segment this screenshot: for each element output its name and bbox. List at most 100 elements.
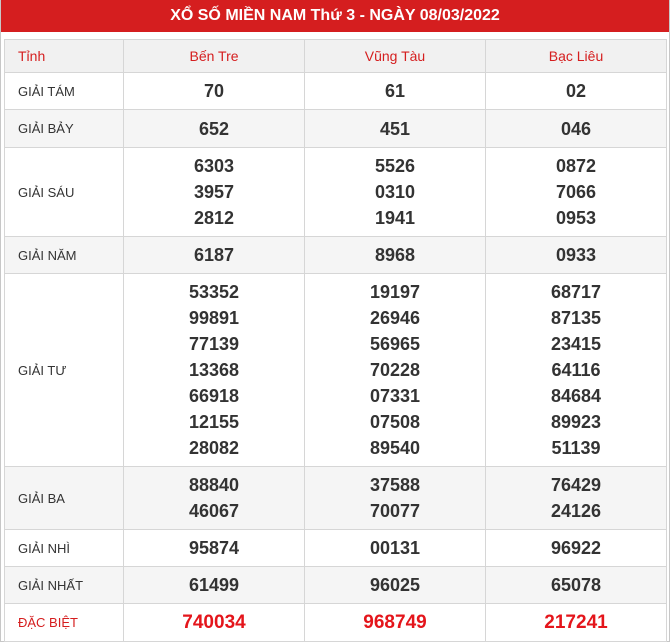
- result-number[interactable]: 51139: [487, 435, 665, 461]
- result-number[interactable]: 76429: [487, 472, 665, 498]
- result-cell: 740034: [123, 603, 305, 642]
- result-number[interactable]: 89540: [306, 435, 484, 461]
- result-cell: 217241: [485, 603, 667, 642]
- result-number[interactable]: 046: [487, 116, 665, 142]
- prize-label: GIẢI BA: [4, 466, 124, 530]
- result-number[interactable]: 07508: [306, 409, 484, 435]
- result-number[interactable]: 96025: [306, 572, 484, 598]
- result-cell: 65078: [485, 566, 667, 604]
- result-number[interactable]: 66918: [125, 383, 303, 409]
- result-number[interactable]: 65078: [487, 572, 665, 598]
- result-number[interactable]: 26946: [306, 305, 484, 331]
- result-number[interactable]: 64116: [487, 357, 665, 383]
- result-cell: 96922: [485, 529, 667, 567]
- result-number[interactable]: 61499: [125, 572, 303, 598]
- result-number[interactable]: 07331: [306, 383, 484, 409]
- result-number[interactable]: 652: [125, 116, 303, 142]
- result-number[interactable]: 6303: [125, 153, 303, 179]
- result-number[interactable]: 0872: [487, 153, 665, 179]
- result-cell: 95874: [123, 529, 305, 567]
- result-number[interactable]: 1941: [306, 205, 484, 231]
- result-cell: 53352 99891 77139 13368 66918 12155 28082: [123, 273, 305, 467]
- prize-row-giai-sau: GIẢI SÁU 6303 3957 2812 5526 0310 1941 0872 7066…: [4, 147, 667, 237]
- result-number[interactable]: 70077: [306, 498, 484, 524]
- result-number[interactable]: 0933: [487, 242, 665, 268]
- result-cell: 451: [304, 109, 486, 148]
- result-number[interactable]: 96922: [487, 535, 665, 561]
- province-header-vung-tau[interactable]: Vũng Tàu: [304, 39, 486, 73]
- result-number[interactable]: 88840: [125, 472, 303, 498]
- prize-label: GIẢI SÁU: [4, 147, 124, 237]
- result-number[interactable]: 70: [125, 78, 303, 104]
- result-number[interactable]: 7066: [487, 179, 665, 205]
- result-cell: 02: [485, 72, 667, 110]
- result-number[interactable]: 87135: [487, 305, 665, 331]
- province-header-ben-tre[interactable]: Bến Tre: [123, 39, 305, 73]
- result-cell: 6303 3957 2812: [123, 147, 305, 237]
- prize-label: GIẢI NĂM: [4, 236, 124, 274]
- result-number[interactable]: 5526: [306, 153, 484, 179]
- header-row: Tỉnh Bến Tre Vũng Tàu Bạc Liêu: [4, 39, 667, 73]
- result-cell: 76429 24126: [485, 466, 667, 530]
- result-cell: 968749: [304, 603, 486, 642]
- result-number[interactable]: 8968: [306, 242, 484, 268]
- result-number[interactable]: 6187: [125, 242, 303, 268]
- result-number[interactable]: 70228: [306, 357, 484, 383]
- result-number[interactable]: 13368: [125, 357, 303, 383]
- result-cell: 96025: [304, 566, 486, 604]
- province-header-bac-lieu[interactable]: Bạc Liêu: [485, 39, 667, 73]
- prize-label: GIẢI BẢY: [4, 109, 124, 148]
- prize-row-dac-biet: ĐẶC BIỆT 740034 968749 217241: [4, 603, 667, 642]
- result-number[interactable]: 740034: [125, 610, 303, 636]
- result-cell: 61499: [123, 566, 305, 604]
- result-number[interactable]: 968749: [306, 610, 484, 636]
- province-column-label: Tỉnh: [4, 39, 124, 73]
- prize-row-giai-bay: GIẢI BẢY 652 451 046: [4, 109, 667, 148]
- result-number[interactable]: 46067: [125, 498, 303, 524]
- prize-label: GIẢI NHẤT: [4, 566, 124, 604]
- result-number[interactable]: 19197: [306, 279, 484, 305]
- result-cell: 0933: [485, 236, 667, 274]
- result-number[interactable]: 28082: [125, 435, 303, 461]
- result-cell: 37588 70077: [304, 466, 486, 530]
- page-title: XỔ SỐ MIỀN NAM Thứ 3 - NGÀY 08/03/2022: [1, 0, 669, 32]
- result-cell: 652: [123, 109, 305, 148]
- result-number[interactable]: 12155: [125, 409, 303, 435]
- result-cell: 5526 0310 1941: [304, 147, 486, 237]
- prize-row-giai-tam: GIẢI TÁM 70 61 02: [4, 72, 667, 110]
- result-number[interactable]: 02: [487, 78, 665, 104]
- prize-label: GIẢI TƯ: [4, 273, 124, 467]
- result-number[interactable]: 37588: [306, 472, 484, 498]
- prize-row-giai-nhat: GIẢI NHẤT 61499 96025 65078: [4, 566, 667, 604]
- result-cell: 19197 26946 56965 70228 07331 07508 89540: [304, 273, 486, 467]
- result-number[interactable]: 61: [306, 78, 484, 104]
- prize-label: GIẢI NHÌ: [4, 529, 124, 567]
- result-number[interactable]: 217241: [487, 610, 665, 636]
- result-number[interactable]: 24126: [487, 498, 665, 524]
- prize-label: ĐẶC BIỆT: [4, 603, 124, 642]
- result-number[interactable]: 23415: [487, 331, 665, 357]
- result-number[interactable]: 68717: [487, 279, 665, 305]
- result-number[interactable]: 2812: [125, 205, 303, 231]
- result-number[interactable]: 3957: [125, 179, 303, 205]
- result-number[interactable]: 451: [306, 116, 484, 142]
- result-number[interactable]: 0310: [306, 179, 484, 205]
- result-cell: 00131: [304, 529, 486, 567]
- result-cell: 6187: [123, 236, 305, 274]
- result-number[interactable]: 0953: [487, 205, 665, 231]
- result-number[interactable]: 56965: [306, 331, 484, 357]
- prize-row-giai-tu: GIẢI TƯ 53352 99891 77139 13368 66918 12155 280…: [4, 273, 667, 467]
- result-cell: 0872 7066 0953: [485, 147, 667, 237]
- result-number[interactable]: 99891: [125, 305, 303, 331]
- result-number[interactable]: 95874: [125, 535, 303, 561]
- result-number[interactable]: 89923: [487, 409, 665, 435]
- result-cell: 88840 46067: [123, 466, 305, 530]
- result-number[interactable]: 53352: [125, 279, 303, 305]
- result-number[interactable]: 77139: [125, 331, 303, 357]
- results-table: Tỉnh Bến Tre Vũng Tàu Bạc Liêu GIẢI TÁM 7…: [4, 39, 667, 642]
- prize-label: GIẢI TÁM: [4, 72, 124, 110]
- result-number[interactable]: 84684: [487, 383, 665, 409]
- result-cell: 61: [304, 72, 486, 110]
- prize-row-giai-nhi: GIẢI NHÌ 95874 00131 96922: [4, 529, 667, 567]
- result-number[interactable]: 00131: [306, 535, 484, 561]
